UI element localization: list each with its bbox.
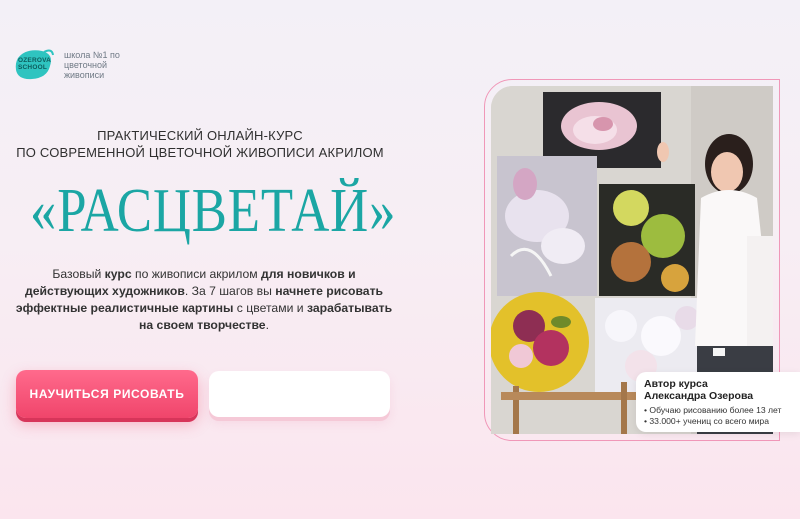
learn-to-paint-button[interactable]: НАУЧИТЬСЯ РИСОВАТЬ [16,370,198,418]
logo-brand-line1: OZEROVA [18,57,52,64]
logo-mark: OZEROVA SCHOOL [14,48,54,82]
author-fact: Обучаю рисованию более 13 лет [644,405,792,416]
logo-tagline: школа №1 по цветочной живописи [64,50,120,80]
desc-part: с цветами и [233,301,307,315]
author-card: Автор курса Александра Озерова Обучаю ри… [636,372,800,432]
desc-part: . [265,318,269,332]
desc-part: Базовый [52,267,105,281]
author-facts: Обучаю рисованию более 13 лет 33.000+ уч… [644,405,792,426]
author-title: Автор курса Александра Озерова [644,378,754,402]
course-title: «РАСЦВЕТАЙ» [30,177,397,245]
logo[interactable]: OZEROVA SCHOOL школа №1 по цветочной жив… [14,48,134,82]
secondary-button[interactable] [209,371,390,417]
desc-part: . За 7 шагов вы [184,284,276,298]
desc-part: по живописи акрилом [131,267,262,281]
course-description: Базовый курс по живописи акрилом для нов… [14,266,394,334]
course-subtitle: ПРАКТИЧЕСКИЙ ОНЛАЙН-КУРС ПО СОВРЕМЕННОЙ … [16,128,384,160]
author-fact: 33.000+ учениц со всего мира [644,416,792,427]
logo-brand-line2: SCHOOL [18,64,48,71]
desc-bold: курс [104,267,132,281]
